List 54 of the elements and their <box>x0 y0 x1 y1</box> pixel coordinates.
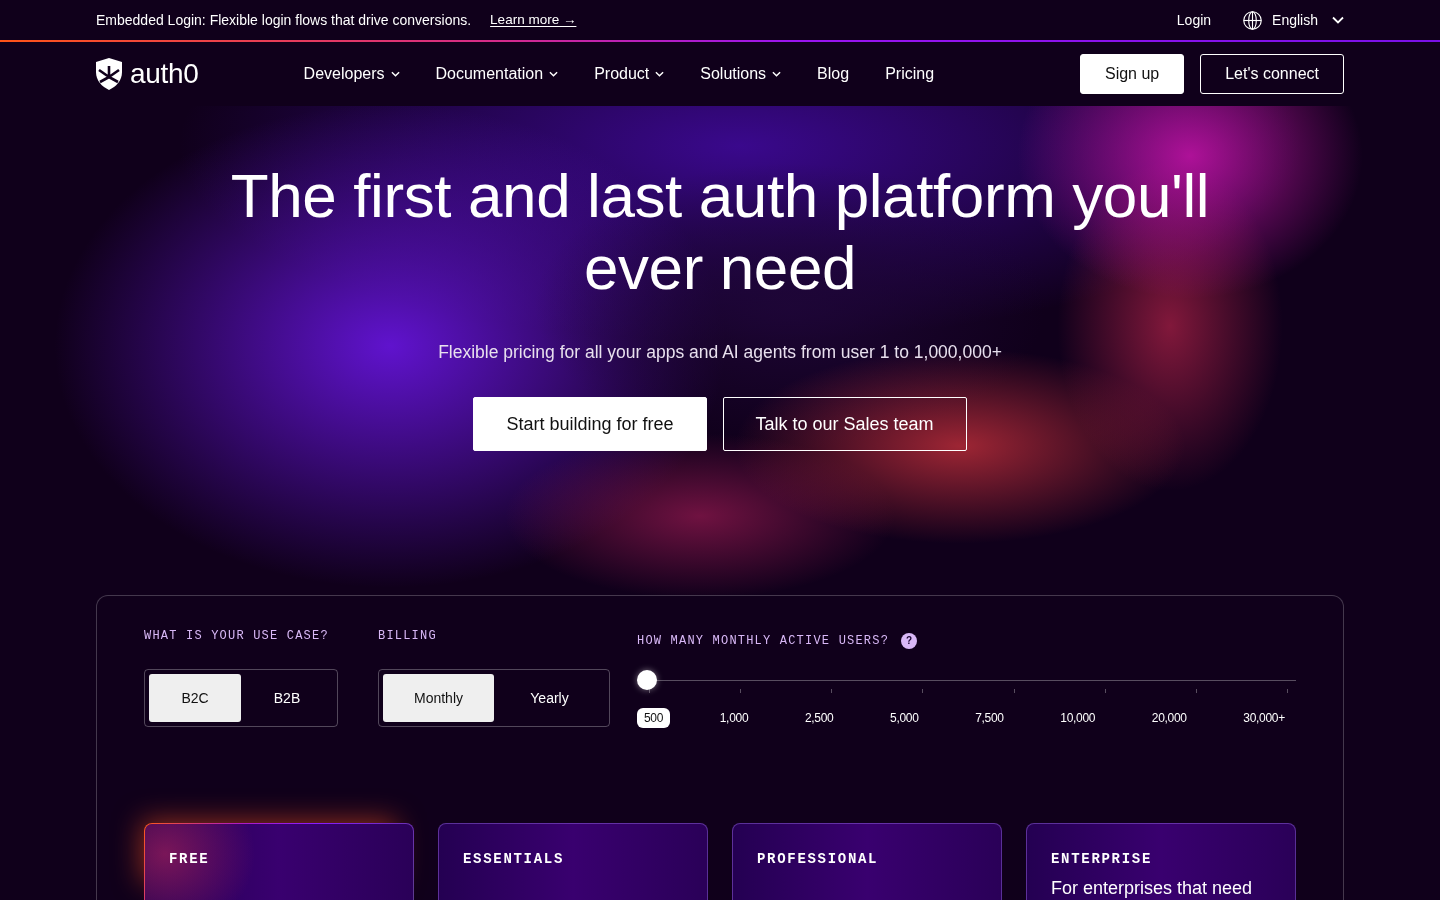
nav-menu-item[interactable]: Developers <box>303 64 400 84</box>
globe-icon <box>1243 10 1263 30</box>
tick-mark <box>1287 689 1288 693</box>
chevron-down-icon <box>772 71 782 77</box>
slider-thumb[interactable] <box>637 670 657 690</box>
plan-name: ENTERPRISE <box>1051 850 1152 868</box>
plan-name: ESSENTIALS <box>463 850 564 868</box>
user-count-option[interactable]: 500 <box>637 708 671 728</box>
logo-wordmark[interactable]: auth0 <box>130 58 199 90</box>
plan-name: FREE <box>169 850 210 868</box>
announcement-text: Embedded Login: Flexible login flows that drive conversions. <box>96 11 472 29</box>
tick-mark <box>1013 689 1015 693</box>
learn-more-link[interactable]: Learn more → <box>490 11 577 29</box>
nav-menu-item[interactable]: Pricing <box>885 64 935 84</box>
chevron-down-icon <box>655 71 665 77</box>
active-users-label: HOW MANY MONTHLY ACTIVE USERS? <box>637 634 890 648</box>
tick-mark <box>1195 689 1197 693</box>
user-count-option[interactable]: 2,500 <box>797 708 841 728</box>
use-case-label: WHAT IS YOUR USE CASE? <box>144 629 329 643</box>
help-icon[interactable]: ? <box>901 633 918 649</box>
tick-mark <box>831 689 833 693</box>
nav-menu-item[interactable]: Solutions <box>700 64 782 84</box>
sign-up-button[interactable]: Sign up <box>1079 54 1185 94</box>
chevron-down-icon <box>549 71 559 77</box>
start-building-button[interactable]: Start building for free <box>473 397 707 451</box>
plan-description: For enterprises that need <box>1051 878 1253 899</box>
use-case-option[interactable]: B2C <box>149 674 241 722</box>
billing-option[interactable]: Monthly <box>383 674 494 722</box>
talk-to-sales-button[interactable]: Talk to our Sales team <box>722 397 967 451</box>
user-count-option[interactable]: 20,000 <box>1144 708 1194 728</box>
use-case-option[interactable]: B2B <box>241 674 333 722</box>
hero-subtitle: Flexible pricing for all your apps and AI agents from user 1 to 1,000,000+ <box>438 341 1002 364</box>
caret-icon <box>1332 16 1344 24</box>
tick-mark <box>740 689 742 693</box>
connect-button[interactable]: Let's connect <box>1200 54 1344 94</box>
hero-title: The first and last auth platform you'll ever need <box>229 160 1211 304</box>
user-count-option[interactable]: 7,500 <box>968 708 1011 728</box>
tick-mark <box>649 689 650 693</box>
shield-logo-icon[interactable] <box>96 58 122 90</box>
nav-menu-item[interactable]: Product <box>594 64 665 84</box>
chevron-down-icon <box>390 71 400 77</box>
user-count-option[interactable]: 30,000+ <box>1236 708 1292 728</box>
user-count-option[interactable]: 5,000 <box>883 708 926 728</box>
nav-menu-item[interactable]: Blog <box>817 64 850 84</box>
login-link[interactable]: Login <box>1176 11 1212 29</box>
user-count-option[interactable]: 10,000 <box>1053 708 1103 728</box>
billing-label: BILLING <box>378 629 437 643</box>
nav-menu-item[interactable]: Documentation <box>435 64 559 84</box>
tick-mark <box>1104 689 1106 693</box>
billing-option[interactable]: Yearly <box>494 674 605 722</box>
tick-mark <box>922 689 924 693</box>
plan-name: PROFESSIONAL <box>757 850 879 868</box>
language-selector[interactable]: English <box>1243 10 1344 30</box>
user-count-option[interactable]: 1,000 <box>712 708 756 728</box>
